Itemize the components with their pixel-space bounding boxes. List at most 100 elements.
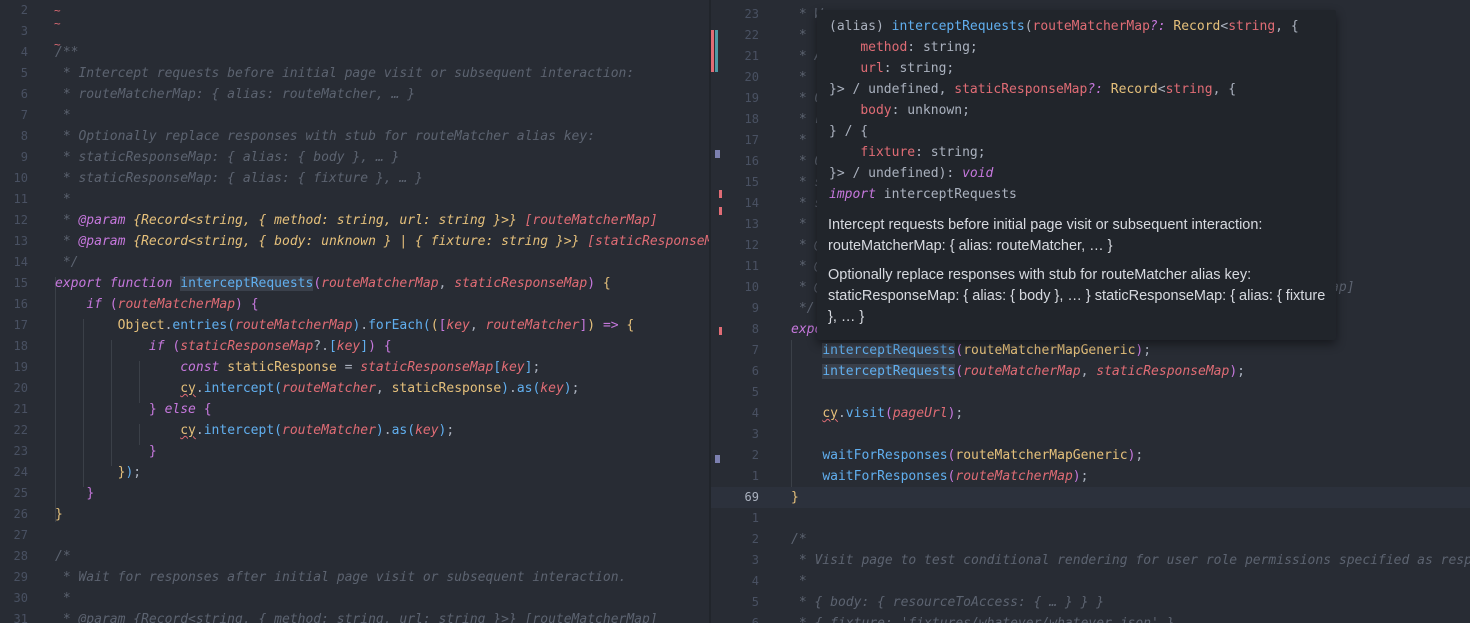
code-token: * — [791, 133, 807, 148]
code-token: * { body: { resourceToAccess: { … } } } — [791, 595, 1105, 610]
line-number: 1 — [751, 469, 759, 483]
left-editor-pane[interactable]: ~ ~ ~ 2 3 4/** 5 * Intercept requests befor… — [0, 0, 709, 623]
code-line[interactable]: 19 const staticResponse = staticResponse… — [0, 357, 709, 378]
signature-token: string — [922, 40, 970, 55]
code-line[interactable]: 11 * — [0, 189, 709, 210]
code-line[interactable]: 20 cy.intercept(routeMatcher, staticResp… — [0, 378, 709, 399]
code-line[interactable]: 17 Object.entries(routeMatcherMap).forEa… — [0, 315, 709, 336]
code-line[interactable]: 2 — [0, 0, 709, 21]
code-line[interactable]: 7 interceptRequests(routeMatcherMapGener… — [711, 340, 1470, 361]
code-token: routeMatcherMapGeneric — [963, 343, 1136, 358]
line-number: 15 — [13, 276, 28, 290]
code-token: intercept — [203, 381, 275, 396]
code-line[interactable]: 28 /* — [0, 546, 709, 567]
code-line[interactable]: 3 — [0, 21, 709, 42]
code-line[interactable]: 6 interceptRequests(routeMatcherMap, sta… — [711, 361, 1470, 382]
code-line[interactable]: 5 — [711, 382, 1470, 403]
code-text: * @param {Record<string, { method: strin… — [55, 210, 658, 231]
code-token: * @param {Record<string, { method: strin… — [55, 612, 658, 623]
code-token: {Record<string, { method: string, url: s… — [133, 213, 517, 228]
code-token: * — [55, 213, 79, 228]
line-number: 6 — [20, 87, 28, 101]
signature-token: body — [860, 103, 892, 118]
code-line[interactable]: 3 — [711, 424, 1470, 445]
code-token: ) — [501, 381, 509, 396]
code-line[interactable]: 9 * staticResponseMap: { alias: { body }… — [0, 147, 709, 168]
code-line[interactable]: 4 /** — [0, 42, 709, 63]
line-number: 28 — [13, 549, 28, 563]
hover-signature: (alias) interceptRequests(routeMatcherMa… — [829, 16, 1299, 205]
line-number: 16 — [744, 154, 759, 168]
code-line[interactable]: 7 * — [0, 105, 709, 126]
hover-doc-paragraph-2: Optionally replace responses with stub f… — [828, 267, 1326, 325]
code-line[interactable]: 31 * @param {Record<string, { method: st… — [0, 609, 709, 623]
line-number: 25 — [13, 486, 28, 500]
code-line[interactable]: 27 — [0, 525, 709, 546]
code-token: } — [148, 444, 157, 459]
code-line[interactable]: 24 }); — [0, 462, 709, 483]
code-line[interactable]: 6 * { fixture: 'fixtures/whatever/whatev… — [711, 613, 1470, 623]
code-text: * — [791, 214, 807, 235]
code-line[interactable]: 14 */ — [0, 252, 709, 273]
line-number: 14 — [744, 196, 759, 210]
code-line[interactable]: 26} — [0, 504, 709, 525]
code-token: interceptRequests — [180, 276, 314, 291]
code-line[interactable]: 23 } — [0, 441, 709, 462]
code-line[interactable]: 16 if (routeMatcherMap) { — [0, 294, 709, 315]
code-token: * — [791, 574, 807, 589]
code-token: ; — [1080, 469, 1089, 484]
code-line[interactable]: 22 cy.intercept(routeMatcher).as(key); — [0, 420, 709, 441]
code-line[interactable]: 15 export function interceptRequests(rout… — [0, 273, 709, 294]
code-token: . — [195, 381, 204, 396]
code-token: [ — [328, 339, 337, 354]
code-line[interactable]: 5 * Intercept requests before initial pa… — [0, 63, 709, 84]
code-line[interactable]: 8 * Optionally replace responses with st… — [0, 126, 709, 147]
code-line[interactable]: 29 * Wait for responses after initial pa… — [0, 567, 709, 588]
code-line[interactable]: 21 } else { — [0, 399, 709, 420]
code-line[interactable]: 2 waitForResponses(routeMatcherMapGeneri… — [711, 445, 1470, 466]
code-line[interactable]: 6 * routeMatcherMap: { alias: routeMatch… — [0, 84, 709, 105]
signature-line: method: string; — [829, 37, 1299, 58]
code-line[interactable]: 18 if (staticResponseMap?.[key]) { — [0, 336, 709, 357]
code-token: as — [391, 423, 408, 438]
code-token: routeMatcherMap — [963, 364, 1081, 379]
code-token: if — [148, 339, 165, 354]
code-line[interactable]: 12 * @param {Record<string, { method: st… — [0, 210, 709, 231]
line-number: 17 — [13, 318, 28, 332]
signature-token — [829, 61, 860, 76]
line-number: 7 — [751, 343, 759, 357]
code-text: */ — [791, 298, 815, 319]
code-line[interactable]: 10 * staticResponseMap: { alias: { fixtu… — [0, 168, 709, 189]
code-text: cy.intercept(routeMatcher, staticRespons… — [55, 378, 579, 399]
code-text: * { body: { resourceToAccess: { … } } } — [791, 592, 1104, 613]
line-number: 14 — [13, 255, 28, 269]
signature-token: import — [829, 187, 876, 202]
signature-token: void — [962, 166, 994, 181]
code-line[interactable]: 4 cy.visit(pageUrl); — [711, 403, 1470, 424]
code-text: if (staticResponseMap?.[key]) { — [55, 336, 392, 357]
code-token: routeMatcherMap — [117, 297, 236, 312]
code-line[interactable]: 30 * — [0, 588, 709, 609]
code-line[interactable]: 1 waitForResponses(routeMatcherMap); — [711, 466, 1470, 487]
code-text: * — [791, 67, 807, 88]
line-number: 7 — [20, 108, 28, 122]
code-text: } — [55, 441, 157, 462]
line-number: 18 — [744, 112, 759, 126]
code-token: staticResponseMap — [360, 360, 494, 375]
code-line[interactable]: 5 * { body: { resourceToAccess: { … } } … — [711, 592, 1470, 613]
code-line[interactable]: 69} — [711, 487, 1470, 508]
code-line[interactable]: 25 } — [0, 483, 709, 504]
code-line[interactable]: 13 * @param {Record<string, { body: unkn… — [0, 231, 709, 252]
code-text: * — [55, 588, 71, 609]
code-line[interactable]: 4 * — [711, 571, 1470, 592]
code-token: */ — [55, 255, 79, 270]
code-line[interactable]: 2 /* — [711, 529, 1470, 550]
code-line[interactable]: 1 — [711, 508, 1470, 529]
code-token: key — [415, 423, 439, 438]
code-line[interactable]: 3 * Visit page to test conditional rende… — [711, 550, 1470, 571]
code-token: * — [791, 217, 807, 232]
